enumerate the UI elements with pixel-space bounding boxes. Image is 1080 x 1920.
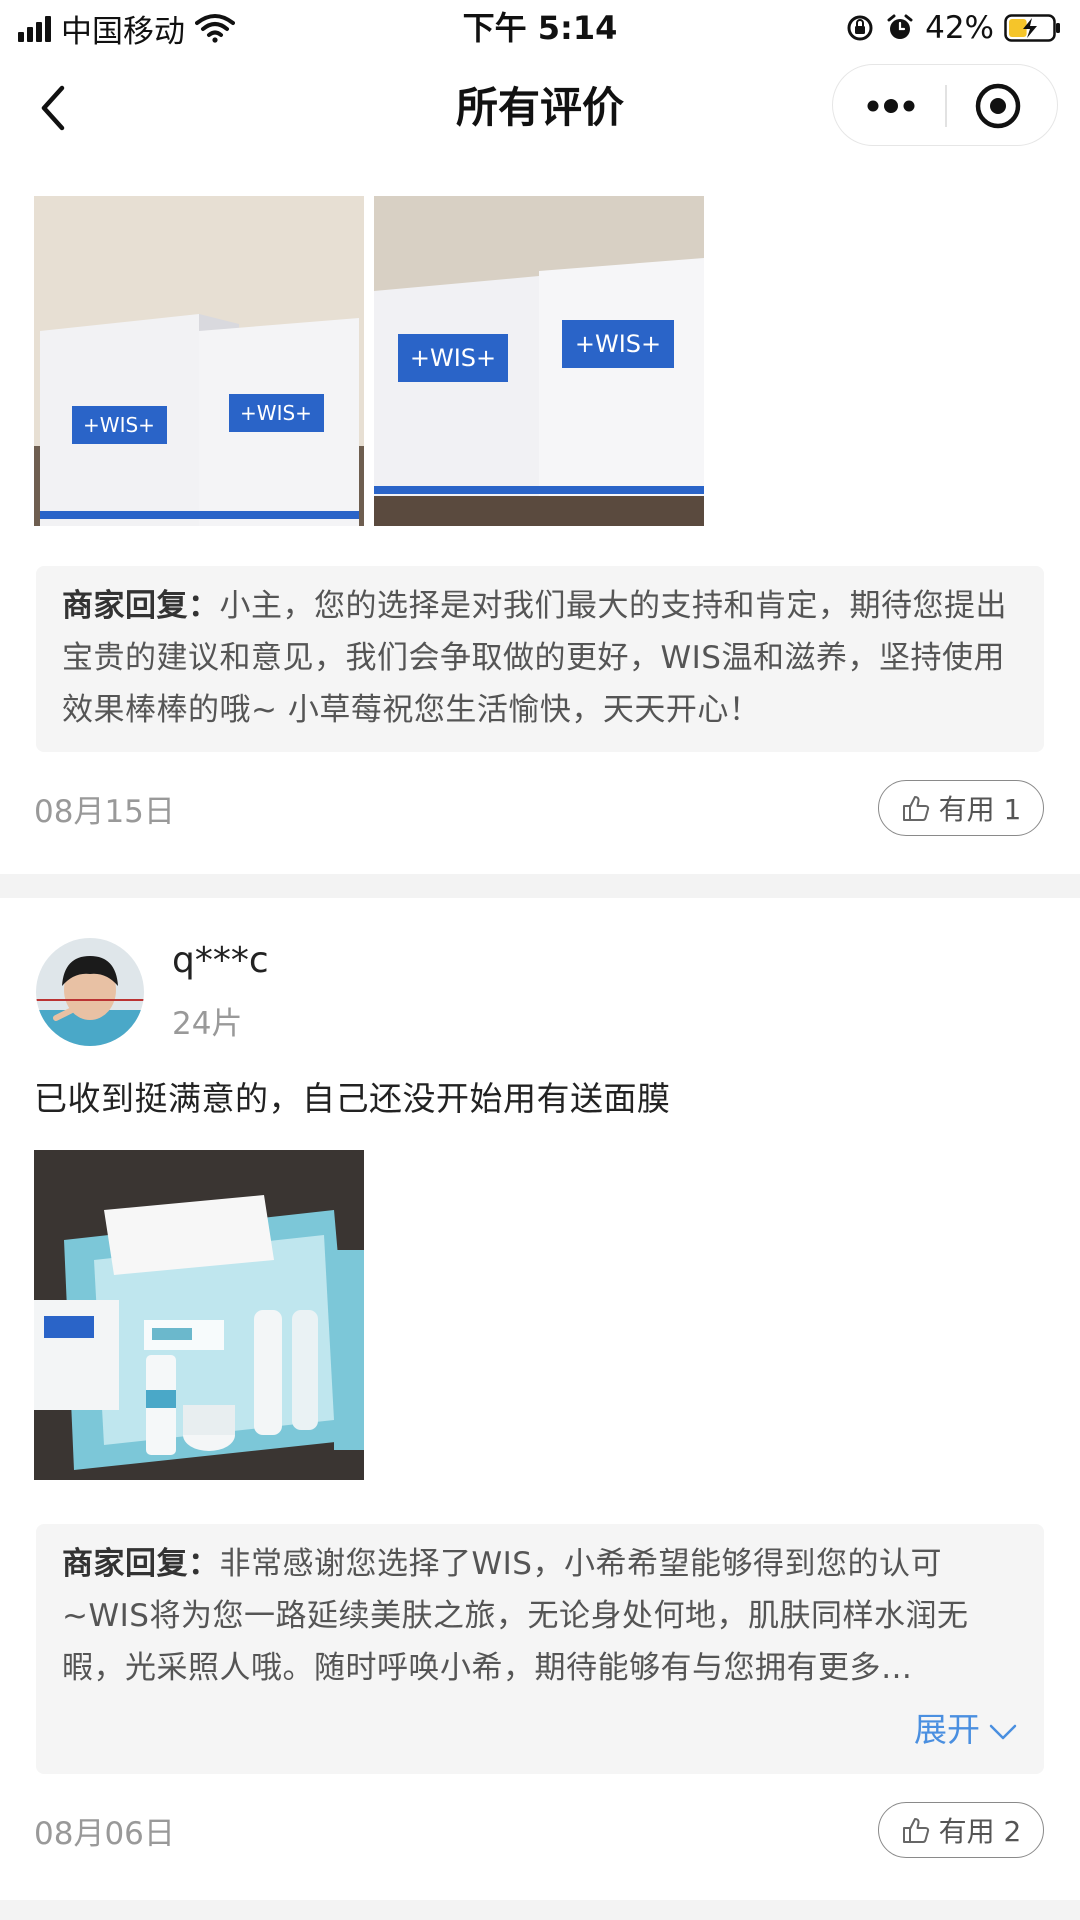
purchase-spec: 24片 xyxy=(172,1006,243,1042)
mini-program-capsule xyxy=(832,64,1058,146)
reply-label: 商家回复： xyxy=(62,588,220,624)
review-photo[interactable]: +WIS+ +WIS+ xyxy=(374,196,704,526)
review-photo[interactable]: +WIS+ +WIS+ xyxy=(34,196,364,526)
section-divider xyxy=(0,1900,1080,1920)
close-target-icon[interactable] xyxy=(973,81,1023,131)
rotation-lock-icon xyxy=(847,15,873,41)
nav-bar: 所有评价 xyxy=(0,56,1080,160)
thumbs-up-icon xyxy=(902,796,929,821)
svg-text:+WIS+: +WIS+ xyxy=(575,330,661,358)
more-icon[interactable] xyxy=(861,87,921,125)
reply-label: 商家回复： xyxy=(62,1546,220,1582)
useful-button[interactable]: 有用 2 xyxy=(878,1802,1044,1858)
battery-percent: 42% xyxy=(925,10,994,46)
expand-label: 展开 xyxy=(914,1710,980,1749)
expand-button[interactable]: 展开 xyxy=(62,1700,1018,1760)
thumbs-up-icon xyxy=(902,1818,929,1843)
status-bar: 中国移动 下午 5:14 42% xyxy=(0,0,1080,56)
useful-label: 有用 2 xyxy=(938,1815,1022,1848)
merchant-reply: 商家回复：小主，您的选择是对我们最大的支持和肯定，期待您提出宝贵的建议和意见，我… xyxy=(36,566,1044,752)
review-date: 08月06日 xyxy=(34,1816,175,1852)
useful-label: 有用 1 xyxy=(938,793,1022,826)
review-photo[interactable] xyxy=(34,1150,364,1480)
chevron-down-icon xyxy=(989,1724,1017,1739)
svg-text:+WIS+: +WIS+ xyxy=(240,401,312,425)
avatar[interactable] xyxy=(36,938,144,1046)
review-date: 08月15日 xyxy=(34,794,175,830)
alarm-icon xyxy=(887,14,913,39)
review-text: 已收到挺满意的，自己还没开始用有送面膜 xyxy=(34,1079,671,1118)
svg-text:+WIS+: +WIS+ xyxy=(410,344,496,372)
svg-text:+WIS+: +WIS+ xyxy=(83,413,155,437)
section-divider xyxy=(0,874,1080,898)
useful-button[interactable]: 有用 1 xyxy=(878,780,1044,836)
username: q***c xyxy=(172,940,269,981)
merchant-reply: 商家回复：非常感谢您选择了WIS，小希希望能够得到您的认可~WIS将为您一路延续… xyxy=(36,1524,1044,1774)
capsule-divider xyxy=(945,85,947,127)
battery-icon xyxy=(1004,14,1060,42)
